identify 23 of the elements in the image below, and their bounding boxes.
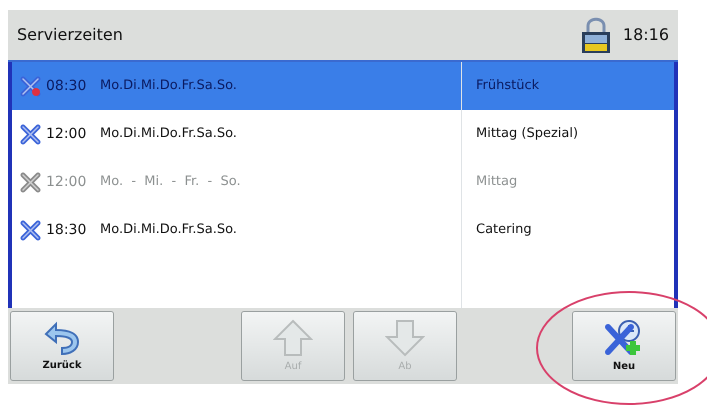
meal-name: Catering [475, 221, 532, 240]
serving-time: 18:30 [46, 220, 88, 240]
serving-time: 12:00 [46, 124, 88, 144]
up-arrow-icon [273, 318, 313, 356]
serving-time: 12:00 [46, 172, 88, 192]
clock-time: 18:16 [622, 24, 669, 46]
meal-name: Frühstück [475, 77, 540, 96]
meal-name: Mittag (Spezial) [475, 125, 578, 144]
down-arrow-icon [385, 318, 425, 356]
tools-icon [20, 171, 42, 193]
weekdays-text: Mo.Di.Mi.Do.Fr.Sa.So. [100, 221, 237, 240]
new-button[interactable]: Neu [572, 311, 676, 381]
serving-time: 08:30 [46, 76, 88, 96]
back-button[interactable]: Zurück [10, 311, 114, 381]
tools-icon [20, 123, 42, 145]
tools-icon [20, 75, 42, 97]
weekdays-text: Mo.Di.Mi.Do.Fr.Sa.So. [100, 125, 237, 144]
screen-title: Servierzeiten [17, 24, 124, 46]
weekdays-text: Mo. - Mi. - Fr. - So. [100, 173, 241, 192]
schedule-row[interactable]: 08:30 Mo.Di.Mi.Do.Fr.Sa.So. Frühstück [12, 62, 674, 110]
tools-icon [20, 219, 42, 241]
weekdays-text: Mo.Di.Mi.Do.Fr.Sa.So. [100, 77, 237, 96]
meal-name: Mittag [475, 173, 518, 192]
